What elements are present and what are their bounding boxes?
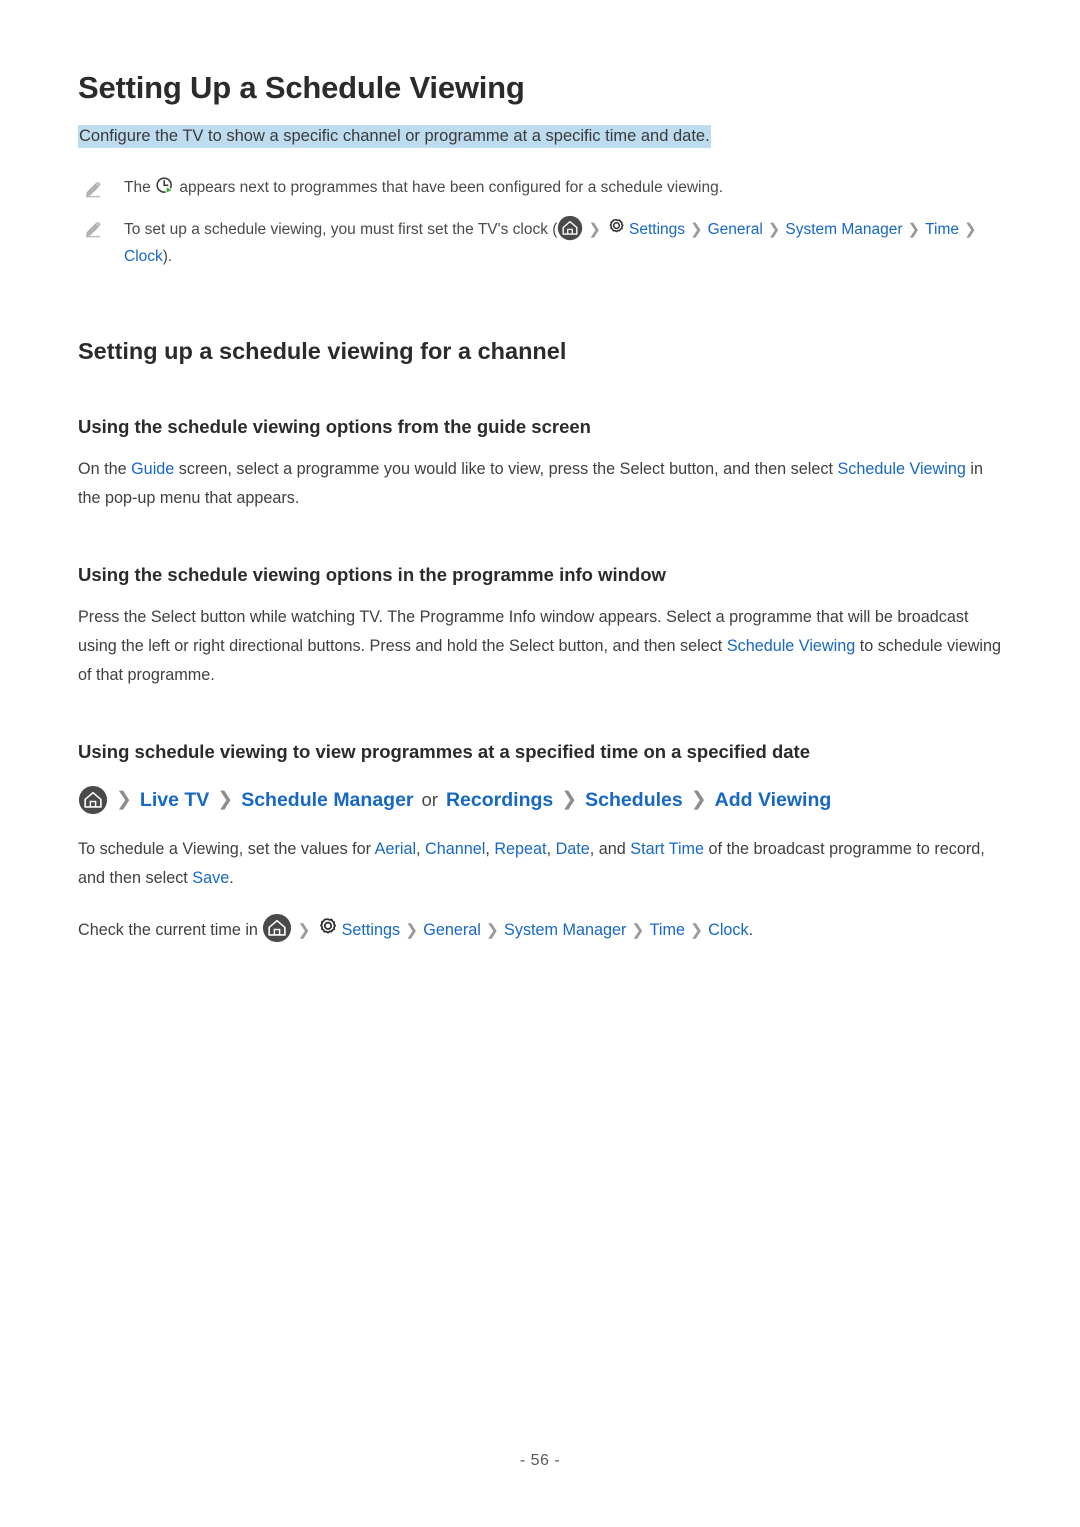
date-link[interactable]: Date [556, 840, 590, 858]
note-item: The appears next to programmes that have… [78, 175, 1002, 202]
breadcrumb-separator: ❯ [964, 221, 977, 239]
time-link[interactable]: Time [650, 921, 685, 939]
text-fragment: . [229, 869, 234, 888]
breadcrumb-separator: ❯ [907, 221, 921, 239]
text-fragment: To schedule a Viewing, set the values fo… [78, 840, 375, 859]
subsection-heading-specified-time: Using schedule viewing to view programme… [78, 741, 810, 763]
breadcrumb-item-live-tv[interactable]: Live TV [140, 786, 209, 815]
general-link[interactable]: General [423, 921, 481, 939]
note-text-lead: To set up a schedule viewing, you must f… [124, 221, 558, 239]
breadcrumb-item-recordings[interactable]: Recordings [446, 786, 553, 815]
pencil-icon [84, 220, 102, 238]
notes-list: The appears next to programmes that have… [78, 175, 1002, 271]
page-subtitle: Configure the TV to show a specific chan… [78, 124, 711, 148]
breadcrumb-separator: ❯ [116, 788, 132, 810]
clock-link[interactable]: Clock [708, 921, 748, 939]
note-text-after: appears next to programmes that have bee… [175, 178, 724, 196]
home-icon[interactable] [262, 913, 292, 943]
guide-link[interactable]: Guide [131, 460, 174, 478]
breadcrumb-separator: ❯ [690, 788, 707, 810]
general-link[interactable]: General [708, 221, 763, 238]
breadcrumb: ❯ Live TV ❯ Schedule Manager or Recordin… [78, 763, 1002, 815]
repeat-link[interactable]: Repeat [494, 840, 546, 858]
text-fragment: Check the current time in [78, 921, 263, 940]
breadcrumb-item-add-viewing[interactable]: Add Viewing [715, 786, 832, 815]
clock-link[interactable]: Clock [124, 248, 163, 265]
breadcrumb-separator: ❯ [217, 788, 234, 810]
page-number: - 56 - [519, 1452, 561, 1469]
note-text-before: The [124, 178, 156, 196]
breadcrumb-conjunction: or [421, 789, 438, 811]
settings-link[interactable]: Settings [629, 221, 685, 238]
breadcrumb-separator: ❯ [485, 922, 500, 940]
paragraph-info-window: Press the Select button while watching T… [78, 586, 1002, 690]
breadcrumb-separator: ❯ [631, 922, 645, 940]
page-title: Setting Up a Schedule Viewing [78, 70, 525, 105]
text-fragment: . [748, 921, 754, 940]
gear-icon[interactable] [316, 916, 340, 940]
subsection-heading-info-window: Using the schedule viewing options in th… [78, 563, 666, 585]
breadcrumb-separator: ❯ [588, 221, 602, 239]
settings-link[interactable]: Settings [342, 921, 401, 939]
text-fragment: screen, select a programme you would lik… [174, 459, 838, 478]
breadcrumb-item-schedule-manager[interactable]: Schedule Manager [241, 786, 413, 815]
page-content: Setting Up a Schedule Viewing Configure … [78, 0, 1002, 945]
paragraph-check-time: Check the current time in ❯ Settings ❯ Gene… [78, 893, 1002, 945]
system-manager-link[interactable]: System Manager [785, 221, 902, 238]
breadcrumb-separator: ❯ [561, 788, 578, 810]
section-heading-channel: Setting up a schedule viewing for a chan… [78, 337, 567, 364]
breadcrumb-separator: ❯ [689, 922, 704, 940]
schedule-viewing-link[interactable]: Schedule Viewing [727, 637, 855, 655]
breadcrumb-separator: ❯ [405, 922, 419, 940]
pencil-icon [84, 180, 102, 198]
paragraph-guide: On the Guide screen, select a programme … [78, 438, 1002, 513]
gear-icon[interactable] [606, 217, 627, 238]
time-link[interactable]: Time [925, 221, 959, 238]
system-manager-link[interactable]: System Manager [504, 921, 626, 939]
breadcrumb-item-schedules[interactable]: Schedules [585, 786, 683, 815]
home-icon[interactable] [78, 785, 108, 815]
schedule-viewing-link[interactable]: Schedule Viewing [837, 460, 965, 478]
page-subtitle-wrapper: Configure the TV to show a specific chan… [78, 124, 1002, 149]
start-time-link[interactable]: Start Time [630, 840, 704, 858]
note-text-trail: ). [162, 247, 173, 265]
home-icon[interactable] [557, 215, 583, 241]
aerial-link[interactable]: Aerial [375, 840, 416, 858]
channel-link[interactable]: Channel [425, 840, 485, 858]
save-link[interactable]: Save [192, 869, 229, 887]
breadcrumb-separator: ❯ [690, 221, 703, 239]
document-page: Setting Up a Schedule Viewing Configure … [0, 0, 1080, 1527]
subsection-heading-guide: Using the schedule viewing options from … [78, 415, 591, 437]
breadcrumb-separator: ❯ [767, 221, 781, 239]
note-item: To set up a schedule viewing, you must f… [78, 215, 1002, 270]
breadcrumb-separator: ❯ [297, 922, 311, 940]
schedule-clock-icon [155, 176, 175, 196]
paragraph-schedule-values: To schedule a Viewing, set the values fo… [78, 840, 985, 888]
text-fragment: On the [78, 459, 132, 478]
